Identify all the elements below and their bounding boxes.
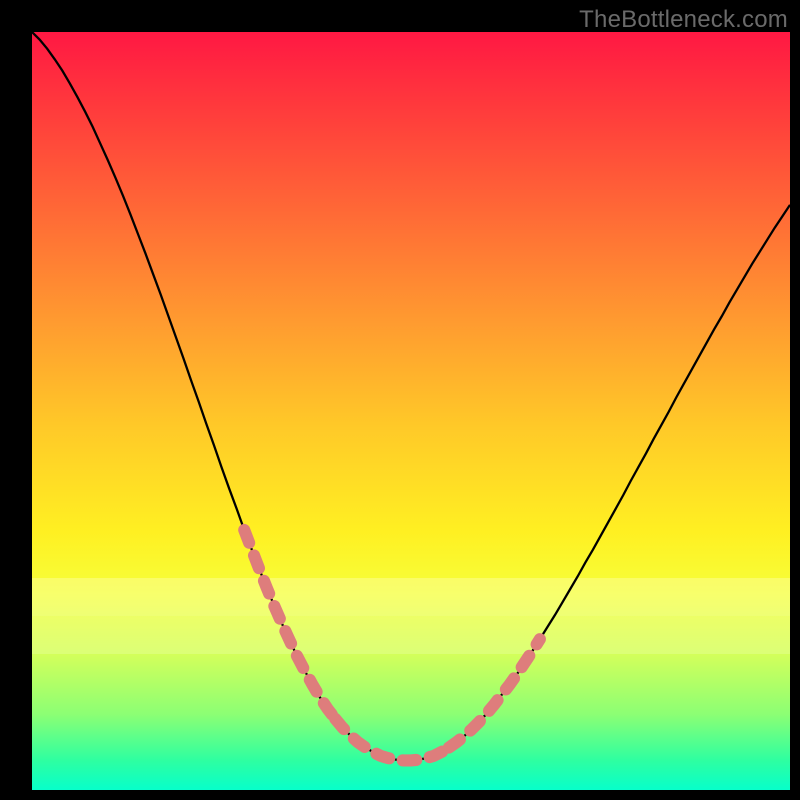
highlight-left	[244, 530, 335, 719]
plot-area	[32, 32, 790, 790]
curve-svg	[32, 32, 790, 790]
bottleneck-curve-path	[32, 32, 790, 760]
app-frame: TheBottleneck.com	[0, 0, 800, 800]
highlight-bottom	[335, 719, 449, 761]
watermark-text: TheBottleneck.com	[579, 6, 788, 34]
highlight-right	[449, 639, 540, 747]
plot-inner	[32, 32, 790, 790]
